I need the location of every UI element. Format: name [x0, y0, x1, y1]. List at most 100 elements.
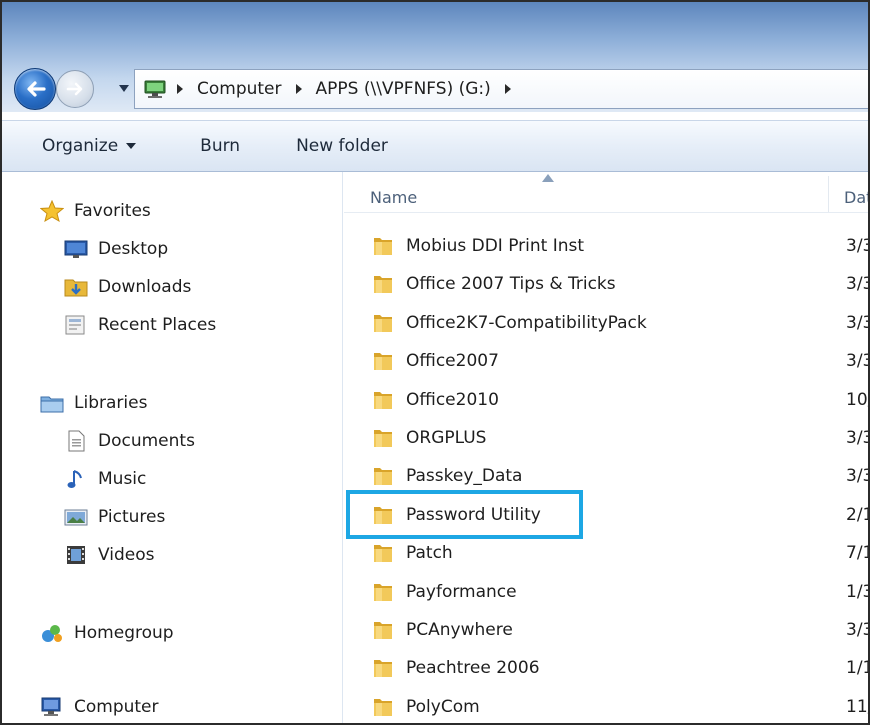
nav-item-videos[interactable]: Videos [64, 540, 155, 570]
file-name: PCAnywhere [406, 620, 513, 640]
new-folder-button[interactable]: New folder [284, 136, 400, 156]
organize-label: Organize [42, 136, 119, 156]
nav-item-label: Recent Places [98, 315, 217, 335]
navigation-pane: Favorites Desktop Downloads Recent Place… [2, 172, 343, 723]
breadcrumb-separator[interactable] [173, 79, 187, 99]
nav-libraries-label: Libraries [74, 393, 148, 413]
chevron-down-icon [126, 143, 137, 149]
file-name: Office2010 [406, 389, 499, 410]
organize-button[interactable]: Organize [30, 136, 148, 156]
nav-item-pictures[interactable]: Pictures [64, 502, 165, 532]
list-item[interactable]: Mobius DDI Print Inst 3/3 [344, 230, 868, 262]
nav-item-label: Documents [98, 431, 195, 451]
file-date: 1/3 [846, 581, 868, 602]
nav-libraries[interactable]: Libraries [40, 388, 147, 418]
file-date: 3/3 [846, 428, 868, 448]
file-date: 3/3 [846, 466, 868, 487]
chevron-right-icon [295, 84, 302, 94]
forward-button[interactable] [56, 70, 94, 108]
list-item[interactable]: ORGPLUS 3/3 [344, 422, 868, 454]
folder-icon [374, 276, 392, 294]
nav-computer[interactable]: Computer [40, 692, 159, 722]
file-date: 2/1 [846, 504, 868, 525]
list-item[interactable]: Office2007 3/3 [344, 345, 868, 377]
nav-item-label: Videos [98, 545, 155, 565]
computer-icon [40, 696, 64, 718]
file-name: Office2K7-CompatibilityPack [406, 312, 647, 333]
chevron-down-icon [119, 84, 129, 92]
folder-icon [374, 468, 392, 486]
recent-pages-dropdown[interactable] [118, 82, 130, 94]
list-item[interactable]: Patch 7/1 [344, 537, 868, 569]
nav-item-music[interactable]: Music [64, 464, 146, 494]
folder-icon [374, 353, 392, 371]
folder-icon [374, 660, 392, 678]
burn-button[interactable]: Burn [188, 136, 252, 156]
list-item[interactable]: PCAnywhere 3/3 [344, 614, 868, 646]
list-item[interactable]: PolyCom 11/ [344, 691, 868, 723]
desktop-icon [64, 238, 88, 260]
video-film-icon [64, 544, 88, 566]
nav-item-recent-places[interactable]: Recent Places [64, 310, 216, 340]
file-name: Patch [406, 543, 453, 564]
nav-item-desktop[interactable]: Desktop [64, 234, 168, 264]
file-date: 1/1 [846, 658, 868, 679]
file-name: Mobius DDI Print Inst [406, 236, 585, 256]
computer-icon [144, 80, 166, 98]
file-date: 10/ [846, 389, 868, 410]
file-date: 3/3 [846, 620, 868, 640]
list-item[interactable]: Password Utility 2/1 [344, 499, 868, 531]
column-header: Name Dat [344, 172, 868, 213]
explorer-window: Computer APPS (\\VPFNFS) (G:) Organize B… [0, 0, 870, 725]
nav-computer-label: Computer [74, 697, 159, 717]
folder-icon [374, 583, 392, 601]
file-name: PolyCom [406, 696, 480, 717]
column-divider[interactable] [828, 176, 829, 212]
list-item[interactable]: Office 2007 Tips & Tricks 3/3 [344, 268, 868, 300]
nav-homegroup[interactable]: Homegroup [40, 618, 174, 648]
back-button[interactable] [14, 68, 56, 110]
list-item[interactable]: Payformance 1/3 [344, 576, 868, 608]
file-name: ORGPLUS [406, 428, 487, 448]
file-date: 7/1 [846, 543, 868, 564]
star-icon [40, 200, 64, 222]
nav-homegroup-label: Homegroup [74, 623, 174, 643]
column-date-header[interactable]: Dat [844, 188, 868, 207]
folder-icon [374, 238, 392, 255]
arrow-right-icon [66, 82, 83, 96]
nav-favorites-label: Favorites [74, 201, 151, 221]
file-name: Peachtree 2006 [406, 658, 540, 679]
folder-icon [374, 506, 392, 524]
breadcrumb-separator[interactable] [501, 79, 515, 99]
file-date: 3/3 [846, 274, 868, 295]
command-bar: Organize Burn New folder [2, 120, 868, 172]
folder-icon [374, 430, 392, 447]
folder-icon [374, 314, 392, 332]
nav-item-downloads[interactable]: Downloads [64, 272, 191, 302]
file-date: 3/3 [846, 351, 868, 372]
chevron-right-icon [504, 84, 511, 94]
document-icon [64, 430, 88, 452]
list-item[interactable]: Passkey_Data 3/3 [344, 460, 868, 492]
breadcrumb-computer[interactable]: Computer [191, 79, 288, 99]
column-name-header[interactable]: Name [370, 188, 417, 207]
file-name: Office 2007 Tips & Tricks [406, 274, 616, 295]
file-date: 11/ [846, 696, 868, 717]
music-note-icon [64, 468, 88, 490]
file-list: Name Dat Mobius DDI Print Inst 3/3 Offic… [344, 172, 868, 723]
nav-item-label: Downloads [98, 277, 192, 297]
folder-icon [374, 622, 392, 639]
libraries-icon [40, 392, 64, 414]
file-name: Office2007 [406, 351, 499, 372]
breadcrumb-separator[interactable] [292, 79, 306, 99]
list-item[interactable]: Peachtree 2006 1/1 [344, 652, 868, 684]
file-date: 3/3 [846, 312, 868, 333]
breadcrumb-apps-drive[interactable]: APPS (\\VPFNFS) (G:) [310, 79, 497, 99]
nav-favorites[interactable]: Favorites [40, 196, 151, 226]
list-item[interactable]: Office2K7-CompatibilityPack 3/3 [344, 307, 868, 339]
address-bar[interactable]: Computer APPS (\\VPFNFS) (G:) [134, 69, 868, 109]
list-item[interactable]: Office2010 10/ [344, 384, 868, 416]
nav-item-documents[interactable]: Documents [64, 426, 195, 456]
folder-icon [374, 391, 392, 409]
folder-icon [374, 545, 392, 563]
